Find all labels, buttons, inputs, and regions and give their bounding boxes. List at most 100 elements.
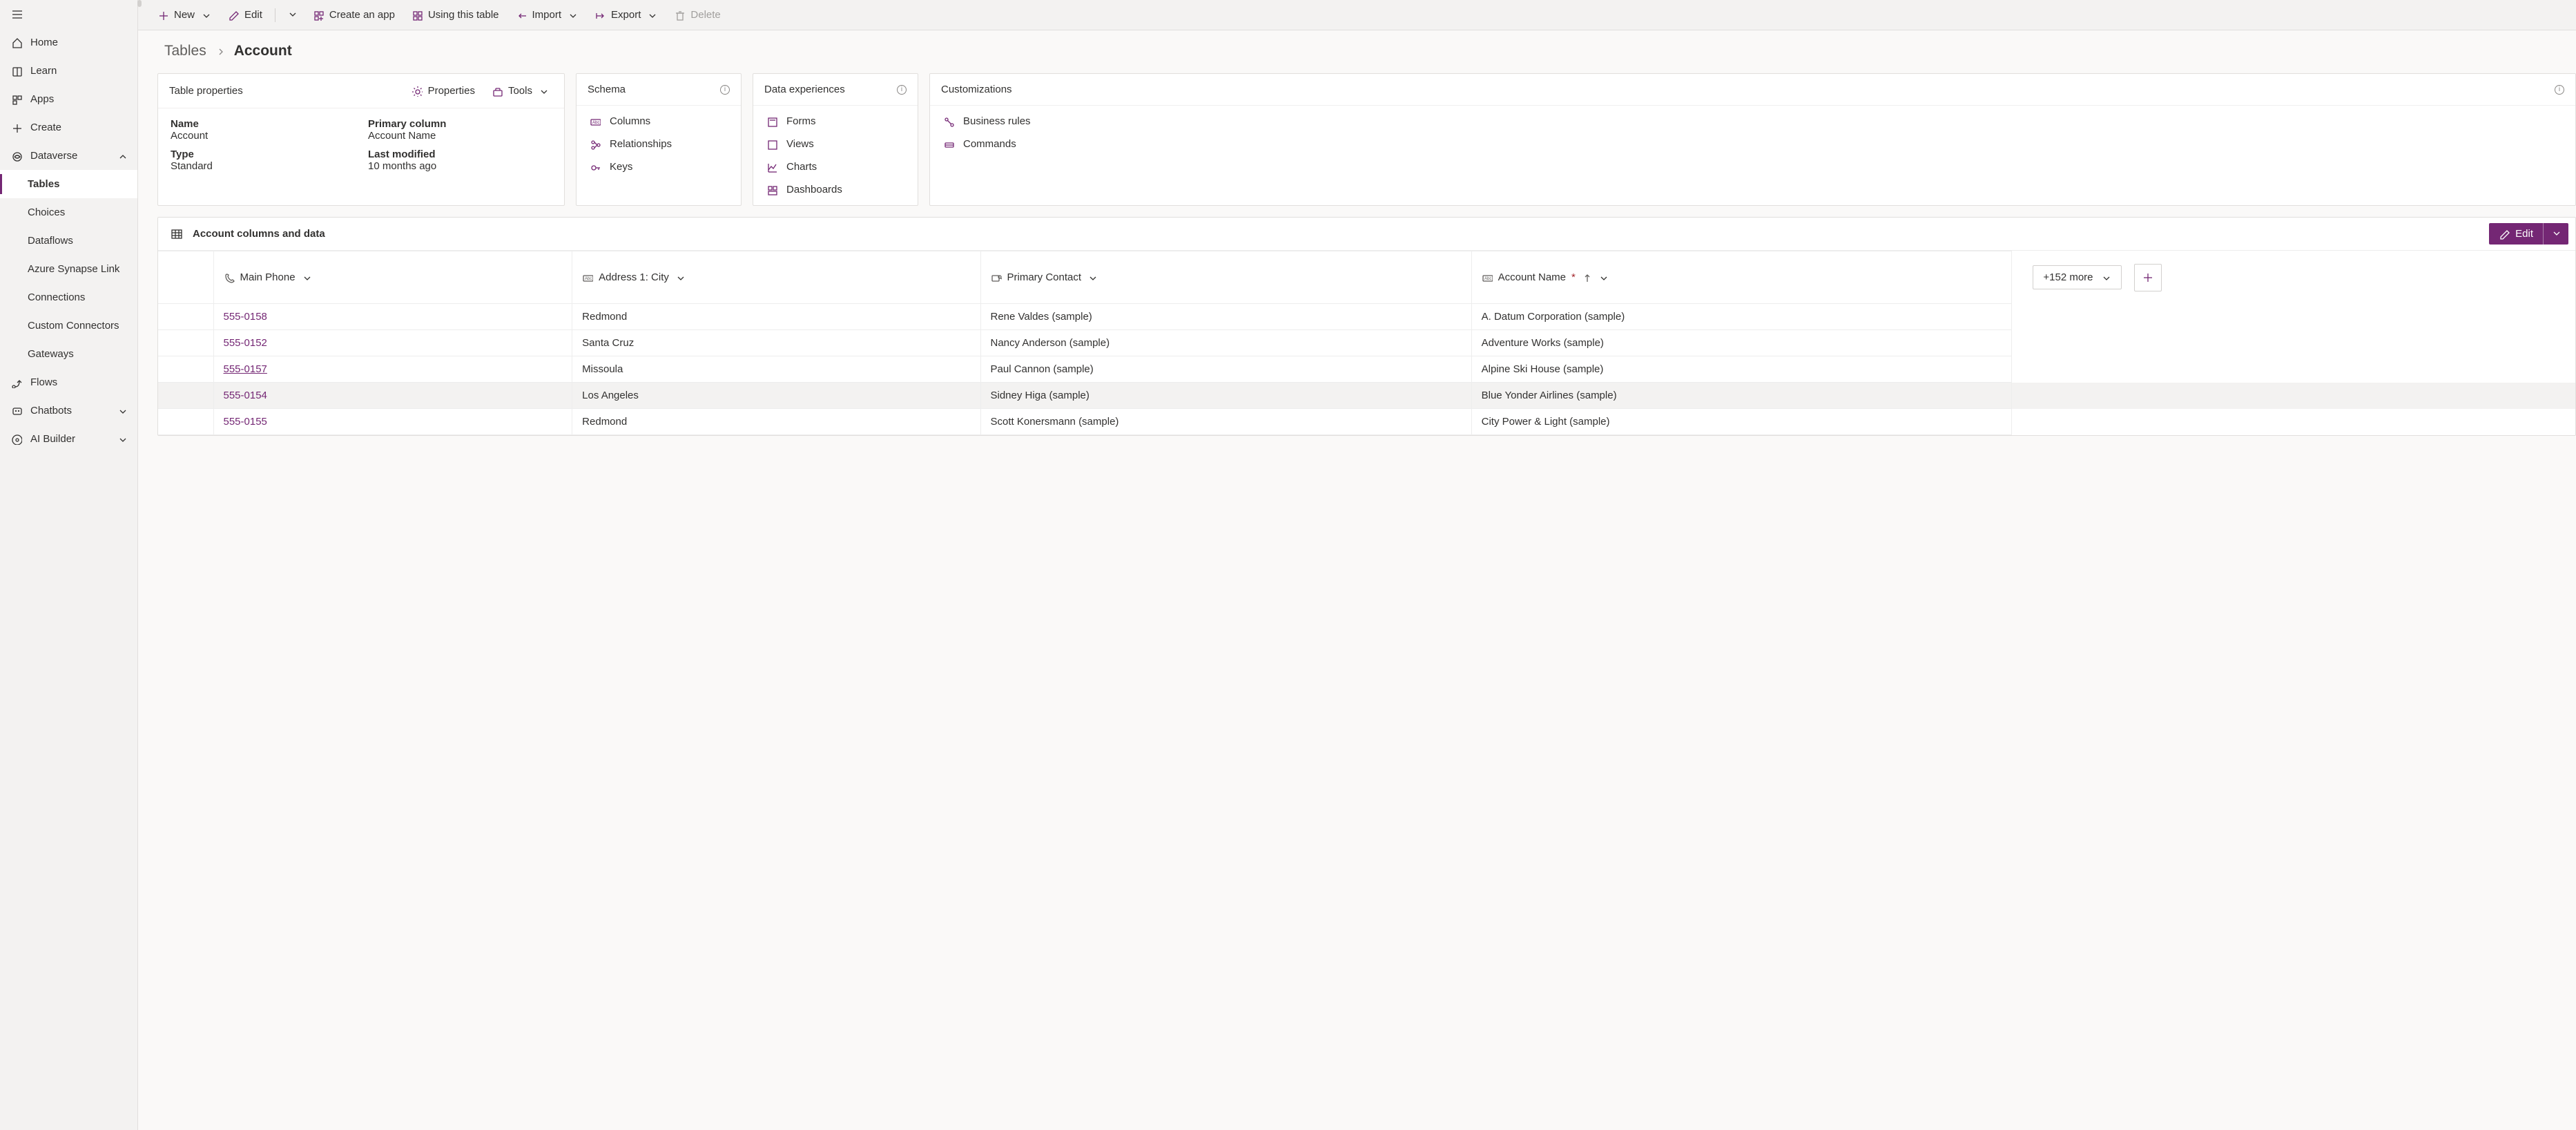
cell-city[interactable]: Santa Cruz [572,330,980,356]
cell-main-phone[interactable]: 555-0158 [213,304,572,330]
rules-icon [943,116,954,127]
new-button[interactable]: New [151,5,218,25]
row-gutter[interactable] [158,409,213,435]
cell-account-name[interactable]: Blue Yonder Airlines (sample) [1471,383,2012,409]
cell-primary-contact[interactable]: Sidney Higa (sample) [980,383,1471,409]
sidebar-item-chatbots[interactable]: Chatbots [0,396,137,425]
sidebar-sub-gateways[interactable]: Gateways [0,340,137,368]
cust-commands-link[interactable]: Commands [942,138,2563,150]
cell-primary-contact[interactable]: Scott Konersmann (sample) [980,409,1471,435]
table-row[interactable]: 555-0158RedmondRene Valdes (sample)A. Da… [158,304,2575,330]
schema-keys-link[interactable]: Keys [589,161,728,173]
exp-forms-link[interactable]: Forms [766,115,905,127]
delete-button: Delete [667,5,727,25]
gear-icon [411,86,423,97]
exp-charts-link[interactable]: Charts [766,161,905,173]
breadcrumb-tables[interactable]: Tables [164,43,206,59]
row-gutter[interactable] [158,356,213,383]
edit-split-button[interactable] [281,4,303,26]
add-column-button[interactable] [2134,264,2162,291]
chevron-down-icon [2100,272,2111,283]
data-section: Account columns and data Edit [157,217,2576,436]
cell-city[interactable]: Redmond [572,304,980,330]
tools-button[interactable]: Tools [487,82,553,99]
table-row[interactable]: 555-0157MissoulaPaul Cannon (sample)Alpi… [158,356,2575,383]
sidebar-item-label: Dataverse [30,150,77,162]
schema-columns-link[interactable]: Columns [589,115,728,127]
cell-primary-contact[interactable]: Paul Cannon (sample) [980,356,1471,383]
sidebar-item-label: AI Builder [30,433,75,445]
exp-views-link[interactable]: Views [766,138,905,150]
cell-account-name[interactable]: A. Datum Corporation (sample) [1471,304,2012,330]
using-this-table-button[interactable]: Using this table [405,5,506,25]
sidebar-sub-choices[interactable]: Choices [0,198,137,227]
lookup-icon [991,272,1002,283]
customizations-card: Customizations i Business rules Commands [929,73,2576,206]
sidebar-scrollbar[interactable] [137,0,142,7]
sidebar-item-home[interactable]: Home [0,28,137,57]
table-row[interactable]: 555-0154Los AngelesSidney Higa (sample)B… [158,383,2575,409]
sidebar-item-label: Flows [30,376,57,388]
sidebar-item-dataverse[interactable]: Dataverse [0,142,137,170]
table-row[interactable]: 555-0152Santa CruzNancy Anderson (sample… [158,330,2575,356]
hamburger-menu-button[interactable] [0,0,137,28]
chevron-down-icon [200,10,211,21]
command-icon [943,139,954,150]
sort-ascending-icon [1581,272,1592,283]
row-gutter[interactable] [158,383,213,409]
export-button[interactable]: Export [588,5,664,25]
cust-business-rules-link[interactable]: Business rules [942,115,2563,127]
cell-extra [2012,409,2575,435]
cell-city[interactable]: Los Angeles [572,383,980,409]
more-columns-button[interactable]: +152 more [2033,265,2121,289]
card-title: Data experiences [764,84,845,95]
hamburger-icon [11,8,23,21]
cell-account-name[interactable]: Adventure Works (sample) [1471,330,2012,356]
import-button[interactable]: Import [509,5,585,25]
sidebar-item-create[interactable]: Create [0,113,137,142]
type-value: Standard [171,160,354,172]
column-header-primary-contact[interactable]: Primary Contact [980,251,1471,304]
sidebar-sub-custom-connectors[interactable]: Custom Connectors [0,312,137,340]
sidebar-sub-tables[interactable]: Tables [0,170,137,198]
sidebar-item-learn[interactable]: Learn [0,57,137,85]
cell-city[interactable]: Redmond [572,409,980,435]
sidebar-sub-dataflows[interactable]: Dataflows [0,227,137,255]
sidebar-item-apps[interactable]: Apps [0,85,137,113]
cell-account-name[interactable]: Alpine Ski House (sample) [1471,356,2012,383]
edit-button[interactable]: Edit [221,5,269,25]
last-modified-label: Last modified [368,149,552,160]
cell-primary-contact[interactable]: Nancy Anderson (sample) [980,330,1471,356]
cell-main-phone[interactable]: 555-0152 [213,330,572,356]
cell-city[interactable]: Missoula [572,356,980,383]
cell-main-phone[interactable]: 555-0155 [213,409,572,435]
info-icon[interactable]: i [897,85,907,95]
column-header-account-name[interactable]: Account Name * [1471,251,2012,304]
sidebar-item-ai-builder[interactable]: AI Builder [0,425,137,453]
edit-data-button[interactable]: Edit [2489,224,2543,244]
exp-dashboards-link[interactable]: Dashboards [766,184,905,195]
sidebar-sub-connections[interactable]: Connections [0,283,137,312]
schema-relationships-link[interactable]: Relationships [589,138,728,150]
row-gutter-header [158,251,213,304]
column-header-main-phone[interactable]: Main Phone [213,251,572,304]
create-app-button[interactable]: Create an app [306,5,402,25]
import-icon [516,10,527,21]
cell-primary-contact[interactable]: Rene Valdes (sample) [980,304,1471,330]
info-icon[interactable]: i [2555,85,2564,95]
sidebar-sub-synapse[interactable]: Azure Synapse Link [0,255,137,283]
sidebar-item-flows[interactable]: Flows [0,368,137,396]
cell-main-phone[interactable]: 555-0157 [213,356,572,383]
row-gutter[interactable] [158,304,213,330]
properties-button[interactable]: Properties [407,82,479,99]
table-row[interactable]: 555-0155RedmondScott Konersmann (sample)… [158,409,2575,435]
chevron-down-icon [301,272,312,283]
info-icon[interactable]: i [720,85,730,95]
column-header-city[interactable]: Address 1: City [572,251,980,304]
row-gutter[interactable] [158,330,213,356]
cell-main-phone[interactable]: 555-0154 [213,383,572,409]
edit-data-dropdown[interactable] [2544,223,2568,245]
cell-account-name[interactable]: City Power & Light (sample) [1471,409,2012,435]
home-icon [11,37,22,48]
sidebar-item-label: Home [30,37,58,48]
